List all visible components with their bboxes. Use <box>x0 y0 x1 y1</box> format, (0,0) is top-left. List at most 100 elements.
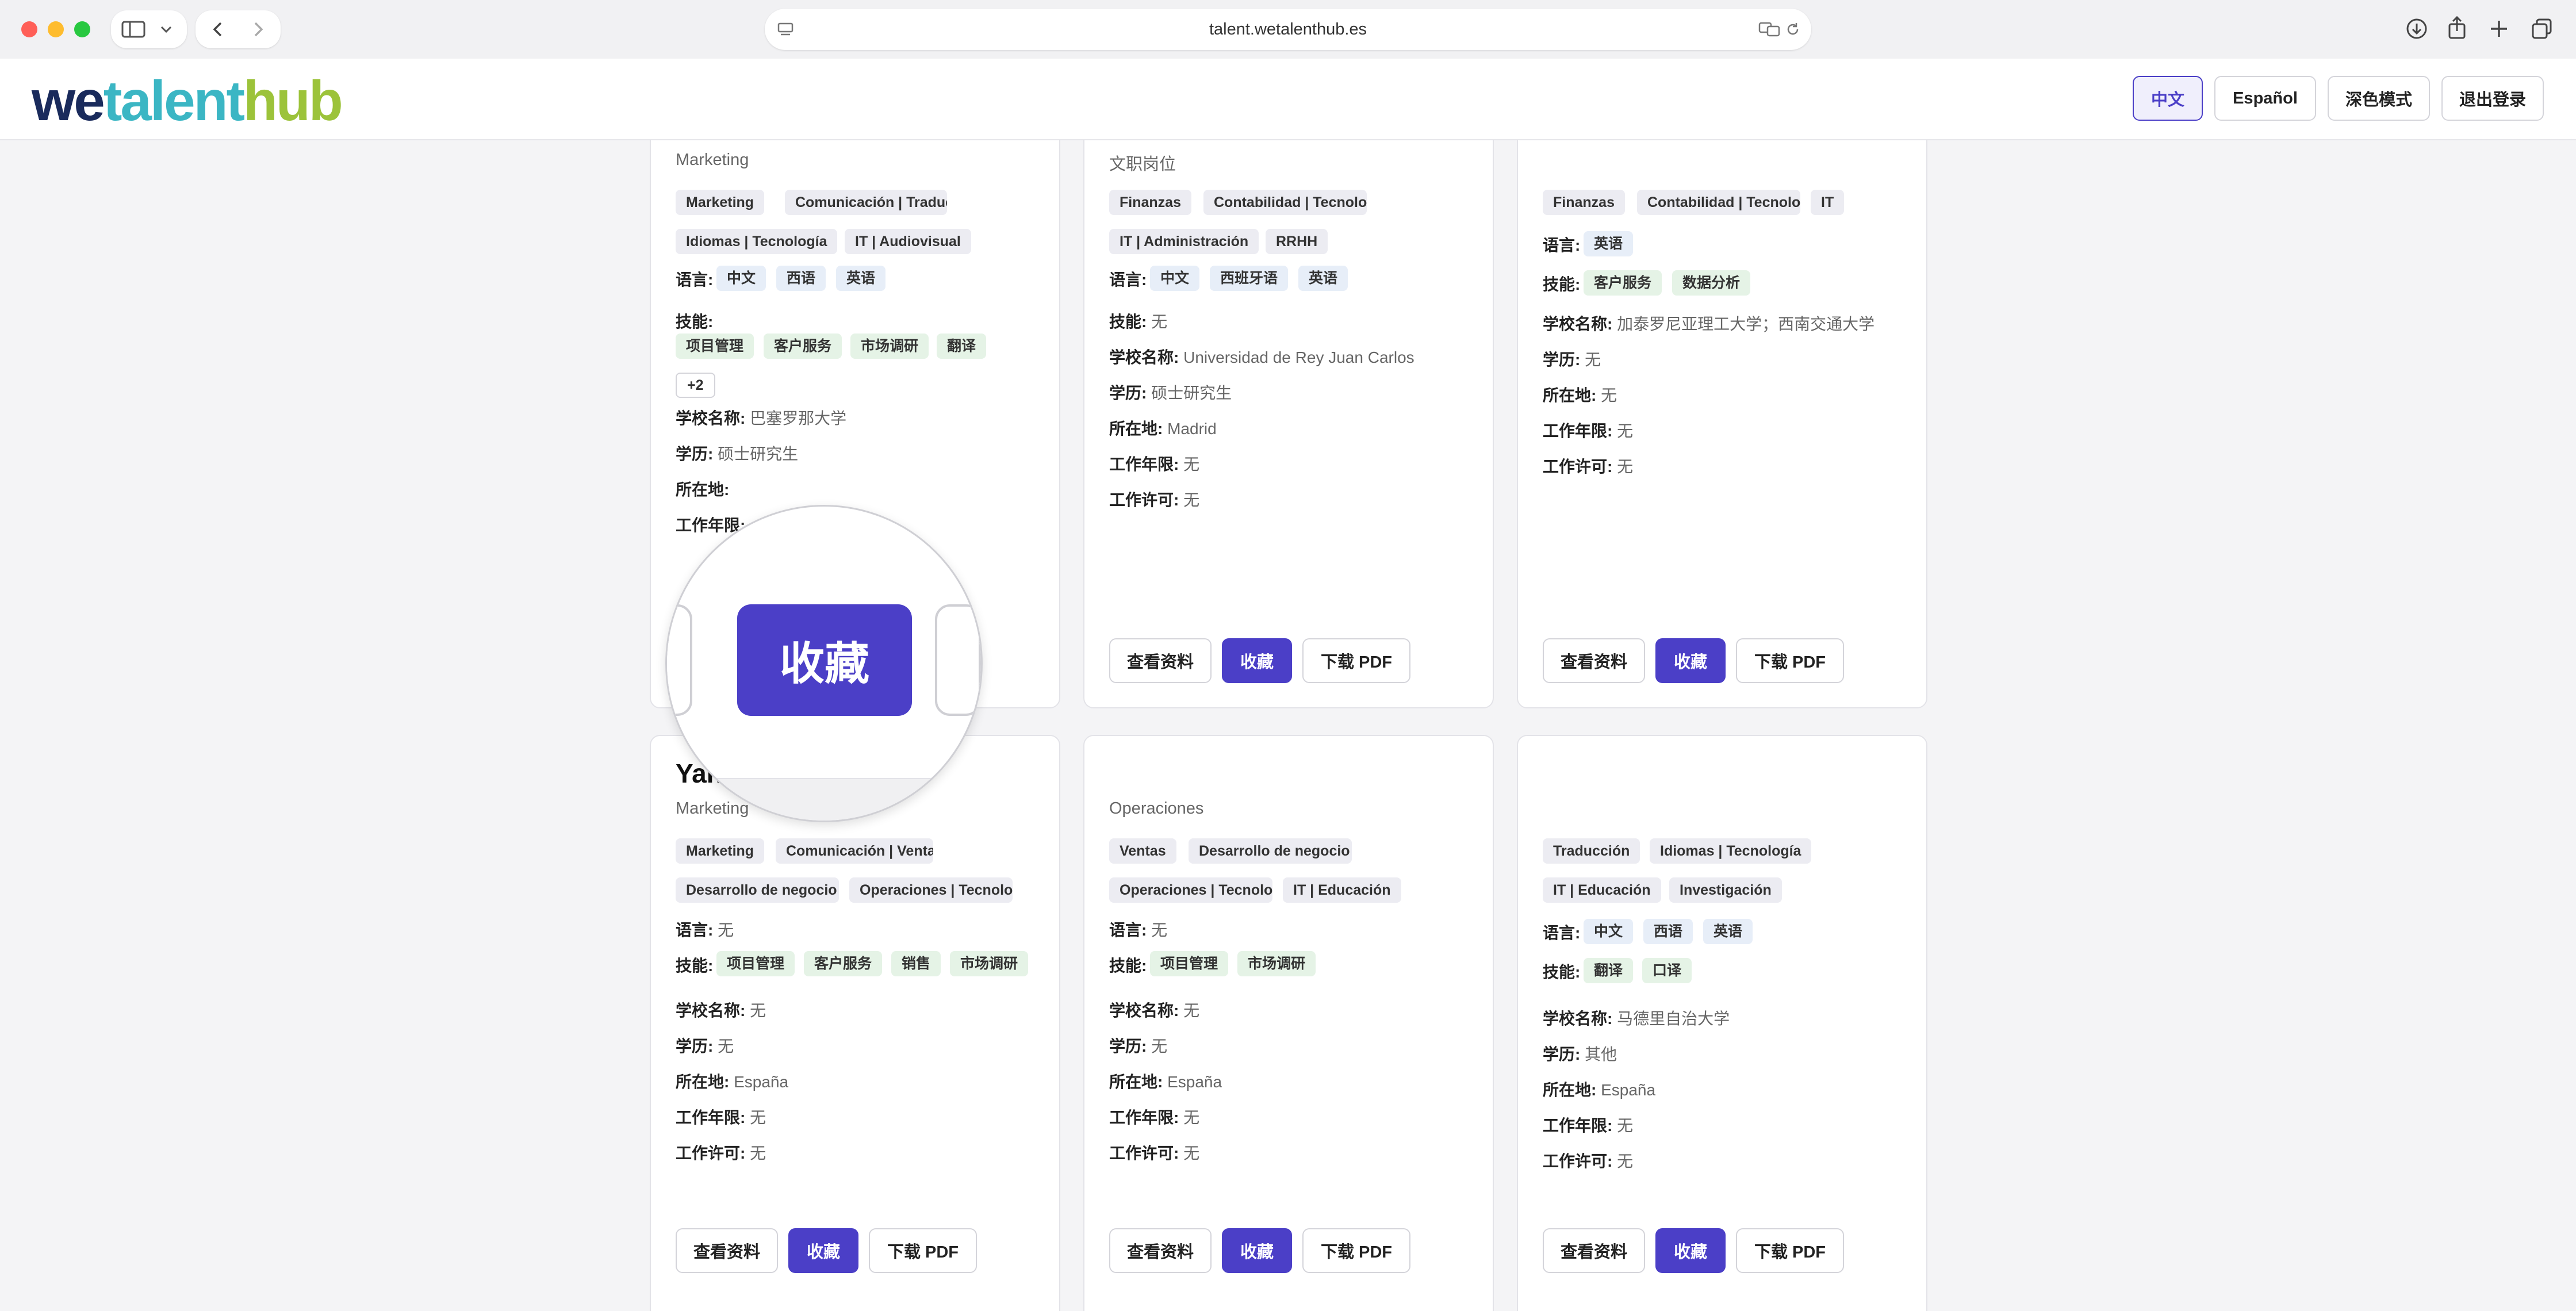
zoom-magnifier: 收藏 <box>665 505 983 822</box>
skills-label: 技能: <box>1543 963 1581 981</box>
view-profile-button[interactable]: 查看资料 <box>1543 1228 1645 1273</box>
language-tag: 英语 <box>1298 266 1348 291</box>
skill-tag: 项目管理 <box>1150 951 1229 976</box>
category-tag: Marketing <box>676 838 765 864</box>
language-tag: 英语 <box>1584 231 1634 256</box>
location-field: 所在地: España <box>1109 1073 1222 1091</box>
view-profile-button[interactable]: 查看资料 <box>1109 638 1212 683</box>
skills-label: 技能: <box>676 957 714 975</box>
favorite-button[interactable]: 收藏 <box>788 1228 858 1273</box>
view-profile-button[interactable]: 查看资料 <box>1109 1228 1212 1273</box>
location-field: 所在地: España <box>1543 1081 1656 1099</box>
category-tag: Comunicación | Traducción <box>785 190 947 215</box>
experience-field: 工作年限: 无 <box>676 1109 766 1126</box>
forward-icon[interactable] <box>250 21 267 38</box>
category-tag: Investigación <box>1669 877 1782 903</box>
magnified-card-edge <box>667 778 981 821</box>
minimize-window-button[interactable] <box>48 21 64 37</box>
skill-tag: 口译 <box>1642 958 1692 983</box>
school-field: 学校名称: 无 <box>1109 1002 1200 1019</box>
history-nav <box>195 10 281 48</box>
favorite-button[interactable]: 收藏 <box>1222 1228 1292 1273</box>
view-profile-button[interactable]: 查看资料 <box>676 1228 778 1273</box>
experience-field: 工作年限: 无 <box>1109 455 1200 473</box>
magnified-favorite-button: 收藏 <box>737 604 912 716</box>
more-skills-badge[interactable]: +2 <box>676 373 715 398</box>
skill-tag: 市场调研 <box>1237 951 1316 976</box>
download-pdf-button[interactable]: 下载 PDF <box>1736 638 1844 683</box>
download-pdf-button[interactable]: 下载 PDF <box>1302 1228 1410 1273</box>
skill-tag: 翻译 <box>1584 958 1634 983</box>
language-tag: 西语 <box>776 266 826 291</box>
education-field: 学历: 硕士研究生 <box>676 445 799 463</box>
lang-zh-button[interactable]: 中文 <box>2133 76 2203 121</box>
address-bar[interactable]: talent.wetalenthub.es <box>765 9 1811 50</box>
sidebar-toggle-button[interactable] <box>111 10 187 48</box>
languages-field: 语言: 无 <box>1109 921 1168 939</box>
skills-label: 技能: <box>676 313 714 331</box>
location-field: 所在地: Madrid <box>1109 420 1217 438</box>
skill-tag: 客户服务 <box>804 951 883 976</box>
skill-tag: 翻译 <box>937 334 987 359</box>
magnified-view-profile-button <box>667 604 692 716</box>
logo-part-talent: talent <box>103 69 245 132</box>
category-tag: Finanzas <box>1109 190 1191 215</box>
downloads-icon[interactable] <box>2405 17 2428 40</box>
category-tag: Operaciones | Tecnología <box>1109 877 1272 903</box>
logout-button[interactable]: 退出登录 <box>2441 76 2544 121</box>
logo-part-hub: hub <box>243 69 343 132</box>
share-icon[interactable] <box>2447 15 2467 40</box>
lang-es-button[interactable]: Español <box>2214 76 2316 121</box>
favorite-button[interactable]: 收藏 <box>1222 638 1292 683</box>
languages-label: 语言: <box>1543 236 1581 254</box>
work-permit-field: 工作许可: 无 <box>1543 458 1634 476</box>
category-tag: RRHH <box>1266 229 1328 254</box>
experience-field: 工作年限: 无 <box>1109 1109 1200 1126</box>
school-field: 学校名称: Universidad de Rey Juan Carlos <box>1109 348 1414 366</box>
category-tag: IT | Audiovisual <box>845 229 971 254</box>
browser-toolbar: talent.wetalenthub.es <box>0 0 2576 59</box>
new-tab-icon[interactable] <box>2489 18 2509 39</box>
work-permit-field: 工作许可: 无 <box>1109 1144 1200 1162</box>
work-permit-field: 工作许可: 无 <box>1543 1152 1634 1170</box>
url-text: talent.wetalenthub.es <box>1209 20 1367 39</box>
school-field: 学校名称: 马德里自治大学 <box>1543 1010 1730 1028</box>
close-window-button[interactable] <box>21 21 37 37</box>
candidate-role: Marketing <box>676 151 749 169</box>
category-tag: Idiomas | Tecnología <box>676 229 838 254</box>
download-pdf-button[interactable]: 下载 PDF <box>1736 1228 1844 1273</box>
magnified-download-pdf-button <box>935 604 981 716</box>
favorite-button[interactable]: 收藏 <box>1655 638 1726 683</box>
languages-field: 语言: 无 <box>676 921 734 939</box>
download-pdf-button[interactable]: 下载 PDF <box>1302 638 1410 683</box>
category-tag: Marketing <box>676 190 765 215</box>
language-tag: 中文 <box>1584 919 1634 944</box>
education-field: 学历: 无 <box>1543 351 1601 369</box>
category-tag: Finanzas <box>1543 190 1625 215</box>
translate-icon[interactable] <box>1758 21 1781 37</box>
skill-tag: 市场调研 <box>950 951 1029 976</box>
wetalenthub-logo[interactable]: wetalenthub <box>32 69 343 132</box>
skill-tag: 销售 <box>891 951 941 976</box>
skill-tag: 客户服务 <box>764 334 842 359</box>
dark-mode-button[interactable]: 深色模式 <box>2328 76 2430 121</box>
favorite-button[interactable]: 收藏 <box>1655 1228 1726 1273</box>
category-tag: Desarrollo de negocio <box>676 877 839 903</box>
skills-label: 技能: <box>1109 957 1147 975</box>
reload-icon[interactable] <box>1785 21 1801 37</box>
back-icon[interactable] <box>209 21 227 38</box>
location-field: 所在地: <box>676 481 730 499</box>
tab-overview-icon[interactable] <box>2531 18 2553 40</box>
category-tag: IT | Educación <box>1283 877 1401 903</box>
category-tag: Contabilidad | Tecnología <box>1637 190 1800 215</box>
zoom-window-button[interactable] <box>74 21 90 37</box>
view-profile-button[interactable]: 查看资料 <box>1543 638 1645 683</box>
download-pdf-button[interactable]: 下载 PDF <box>869 1228 977 1273</box>
category-tag: Contabilidad | Tecnología <box>1203 190 1367 215</box>
languages-label: 语言: <box>1109 271 1147 289</box>
logo-part-we: we <box>32 69 105 132</box>
candidate-card: Operaciones Ventas Desarrollo de negocio… <box>1083 735 1494 1311</box>
category-tag: Idiomas | Tecnología <box>1650 838 1812 864</box>
languages-label: 语言: <box>1543 924 1581 942</box>
category-tag: IT | Administración <box>1109 229 1259 254</box>
